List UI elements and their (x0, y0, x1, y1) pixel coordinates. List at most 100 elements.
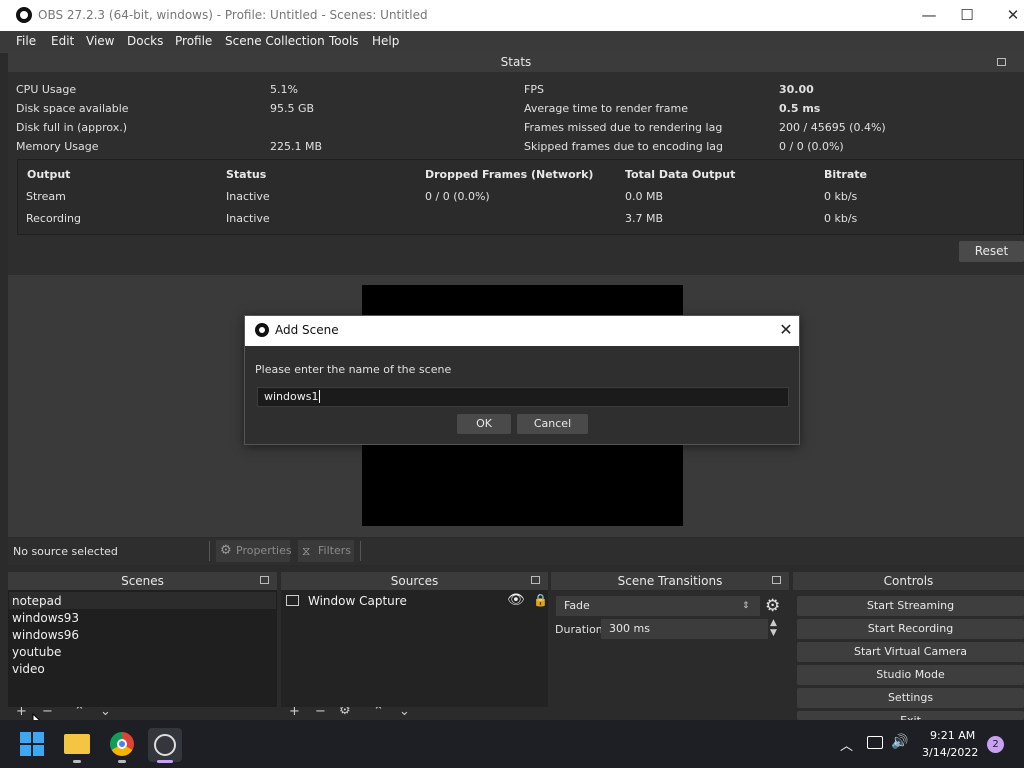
menu-tools[interactable]: Tools (329, 34, 359, 48)
stat-label: FPS (524, 83, 544, 96)
scenes-dock-title: Scenes (8, 572, 277, 590)
ok-button[interactable]: OK (457, 414, 511, 434)
clock-time[interactable]: 9:21 AM (930, 729, 975, 742)
stats-title: Stats (8, 53, 1024, 72)
menu-docks[interactable]: Docks (127, 34, 163, 48)
dialog-prompt: Please enter the name of the scene (255, 363, 452, 376)
table-cell: 0 / 0 (0.0%) (425, 190, 490, 203)
obs-taskbar-button[interactable] (148, 728, 182, 762)
obs-logo-icon (255, 323, 269, 337)
chevron-up-icon[interactable]: ︿ (840, 735, 853, 754)
start-virtual-camera-button[interactable]: Start Virtual Camera (797, 642, 1024, 662)
stat-label: Frames missed due to rendering lag (524, 121, 723, 134)
notification-badge[interactable]: 2 (987, 736, 1004, 753)
transitions-dock-title: Scene Transitions (551, 572, 789, 590)
obs-logo-icon (154, 734, 176, 756)
remove-icon[interactable]: − (315, 707, 326, 719)
gear-icon[interactable]: ⚙ (765, 596, 780, 616)
visibility-eye-icon[interactable]: 👁 (507, 592, 525, 608)
maximize-button[interactable]: ☐ (944, 4, 990, 28)
lock-icon[interactable]: 🔒 (533, 593, 548, 607)
close-window-button[interactable]: ✕ (990, 4, 1024, 28)
stats-undock-icon[interactable] (997, 58, 1006, 66)
start-windows-icon[interactable] (20, 732, 44, 756)
menu-scene-collection[interactable]: Scene Collection (225, 34, 325, 48)
updown-arrow-icon: ⇕ (742, 601, 750, 611)
undock-icon[interactable] (260, 576, 269, 584)
add-scene-dialog: Add Scene ✕ Please enter the name of the… (244, 315, 800, 445)
stat-value: 95.5 GB (270, 102, 315, 115)
stepper-icon[interactable]: ▲ ▼ (770, 618, 777, 638)
chrome-icon[interactable] (110, 732, 134, 756)
stat-label: Disk space available (16, 102, 129, 115)
scene-item[interactable]: windows93 (12, 611, 79, 625)
scene-item[interactable]: notepad (12, 594, 62, 608)
menu-profile[interactable]: Profile (175, 34, 212, 48)
add-icon[interactable]: + (16, 707, 27, 719)
filters-button[interactable]: ⧖ Filters (298, 540, 354, 562)
filters-label: Filters (318, 544, 351, 557)
settings-button[interactable]: Settings (797, 688, 1024, 708)
add-icon[interactable]: + (289, 707, 300, 719)
move-down-icon[interactable]: ⌄ (399, 707, 410, 719)
table-header: Total Data Output (625, 168, 736, 181)
table-header: Output (27, 168, 71, 181)
stat-label: Disk full in (approx.) (16, 121, 128, 134)
dialog-title: Add Scene (275, 323, 339, 337)
undock-icon[interactable] (531, 576, 540, 584)
scene-item[interactable]: youtube (12, 645, 61, 659)
undock-icon[interactable] (772, 576, 781, 584)
cancel-button[interactable]: Cancel (517, 414, 588, 434)
table-cell: 0.0 MB (625, 190, 664, 203)
sources-toolbar: + − ⚙ ⌃ ⌄ (281, 707, 548, 720)
move-up-icon[interactable]: ⌃ (74, 707, 85, 719)
menu-file[interactable]: File (16, 34, 36, 48)
gear-icon: ⚙ (220, 543, 232, 558)
filter-icon: ⧖ (302, 544, 311, 558)
network-icon[interactable] (867, 736, 883, 749)
scene-item[interactable]: video (12, 662, 45, 676)
duration-label: Duration (555, 623, 603, 636)
start-recording-button[interactable]: Start Recording (797, 619, 1024, 639)
move-up-icon[interactable]: ⌃ (373, 707, 384, 719)
table-header: Status (226, 168, 267, 181)
clock-date[interactable]: 3/14/2022 (922, 746, 978, 759)
transition-value: Fade (564, 599, 590, 612)
table-cell: Stream (26, 190, 66, 203)
source-item[interactable]: Window Capture (308, 594, 407, 608)
stat-value: 0 / 0 (0.0%) (779, 140, 844, 153)
stat-value: 5.1% (270, 83, 298, 96)
running-indicator (118, 760, 126, 763)
volume-icon[interactable]: 🔊 (891, 734, 908, 750)
table-cell: Recording (26, 212, 82, 225)
properties-button[interactable]: ⚙ Properties (216, 540, 292, 562)
table-cell: Inactive (226, 212, 270, 225)
stat-value: 225.1 MB (270, 140, 323, 153)
sources-dock-title: Sources (281, 572, 548, 590)
exit-button[interactable]: Exit (797, 711, 1024, 720)
stat-label: Average time to render frame (524, 102, 688, 115)
file-explorer-icon[interactable] (64, 734, 90, 754)
scenes-toolbar: + − ⌃ ⌄ (8, 707, 277, 720)
scene-name-input[interactable]: windows1 (257, 387, 789, 407)
stat-label: Skipped frames due to encoding lag (524, 140, 724, 153)
reset-button[interactable]: Reset (959, 241, 1024, 262)
menu-bar: File Edit View Docks Profile Scene Colle… (0, 31, 1024, 53)
menu-help[interactable]: Help (372, 34, 399, 48)
studio-mode-button[interactable]: Studio Mode (797, 665, 1024, 685)
move-down-icon[interactable]: ⌄ (100, 707, 111, 719)
menu-edit[interactable]: Edit (51, 34, 74, 48)
table-cell: Inactive (226, 190, 270, 203)
transition-select[interactable]: Fade ⇕ (556, 596, 760, 616)
source-toolbar (8, 538, 1024, 565)
table-cell: 0 kb/s (824, 190, 858, 203)
controls-dock-title: Controls (793, 572, 1024, 590)
close-icon[interactable]: ✕ (775, 319, 797, 341)
menu-view[interactable]: View (86, 34, 114, 48)
start-streaming-button[interactable]: Start Streaming (797, 596, 1024, 616)
properties-label: Properties (236, 544, 292, 557)
gear-icon[interactable]: ⚙ (339, 707, 351, 718)
running-indicator (73, 760, 81, 763)
scene-item[interactable]: windows96 (12, 628, 79, 642)
duration-input[interactable]: 300 ms (601, 619, 768, 639)
